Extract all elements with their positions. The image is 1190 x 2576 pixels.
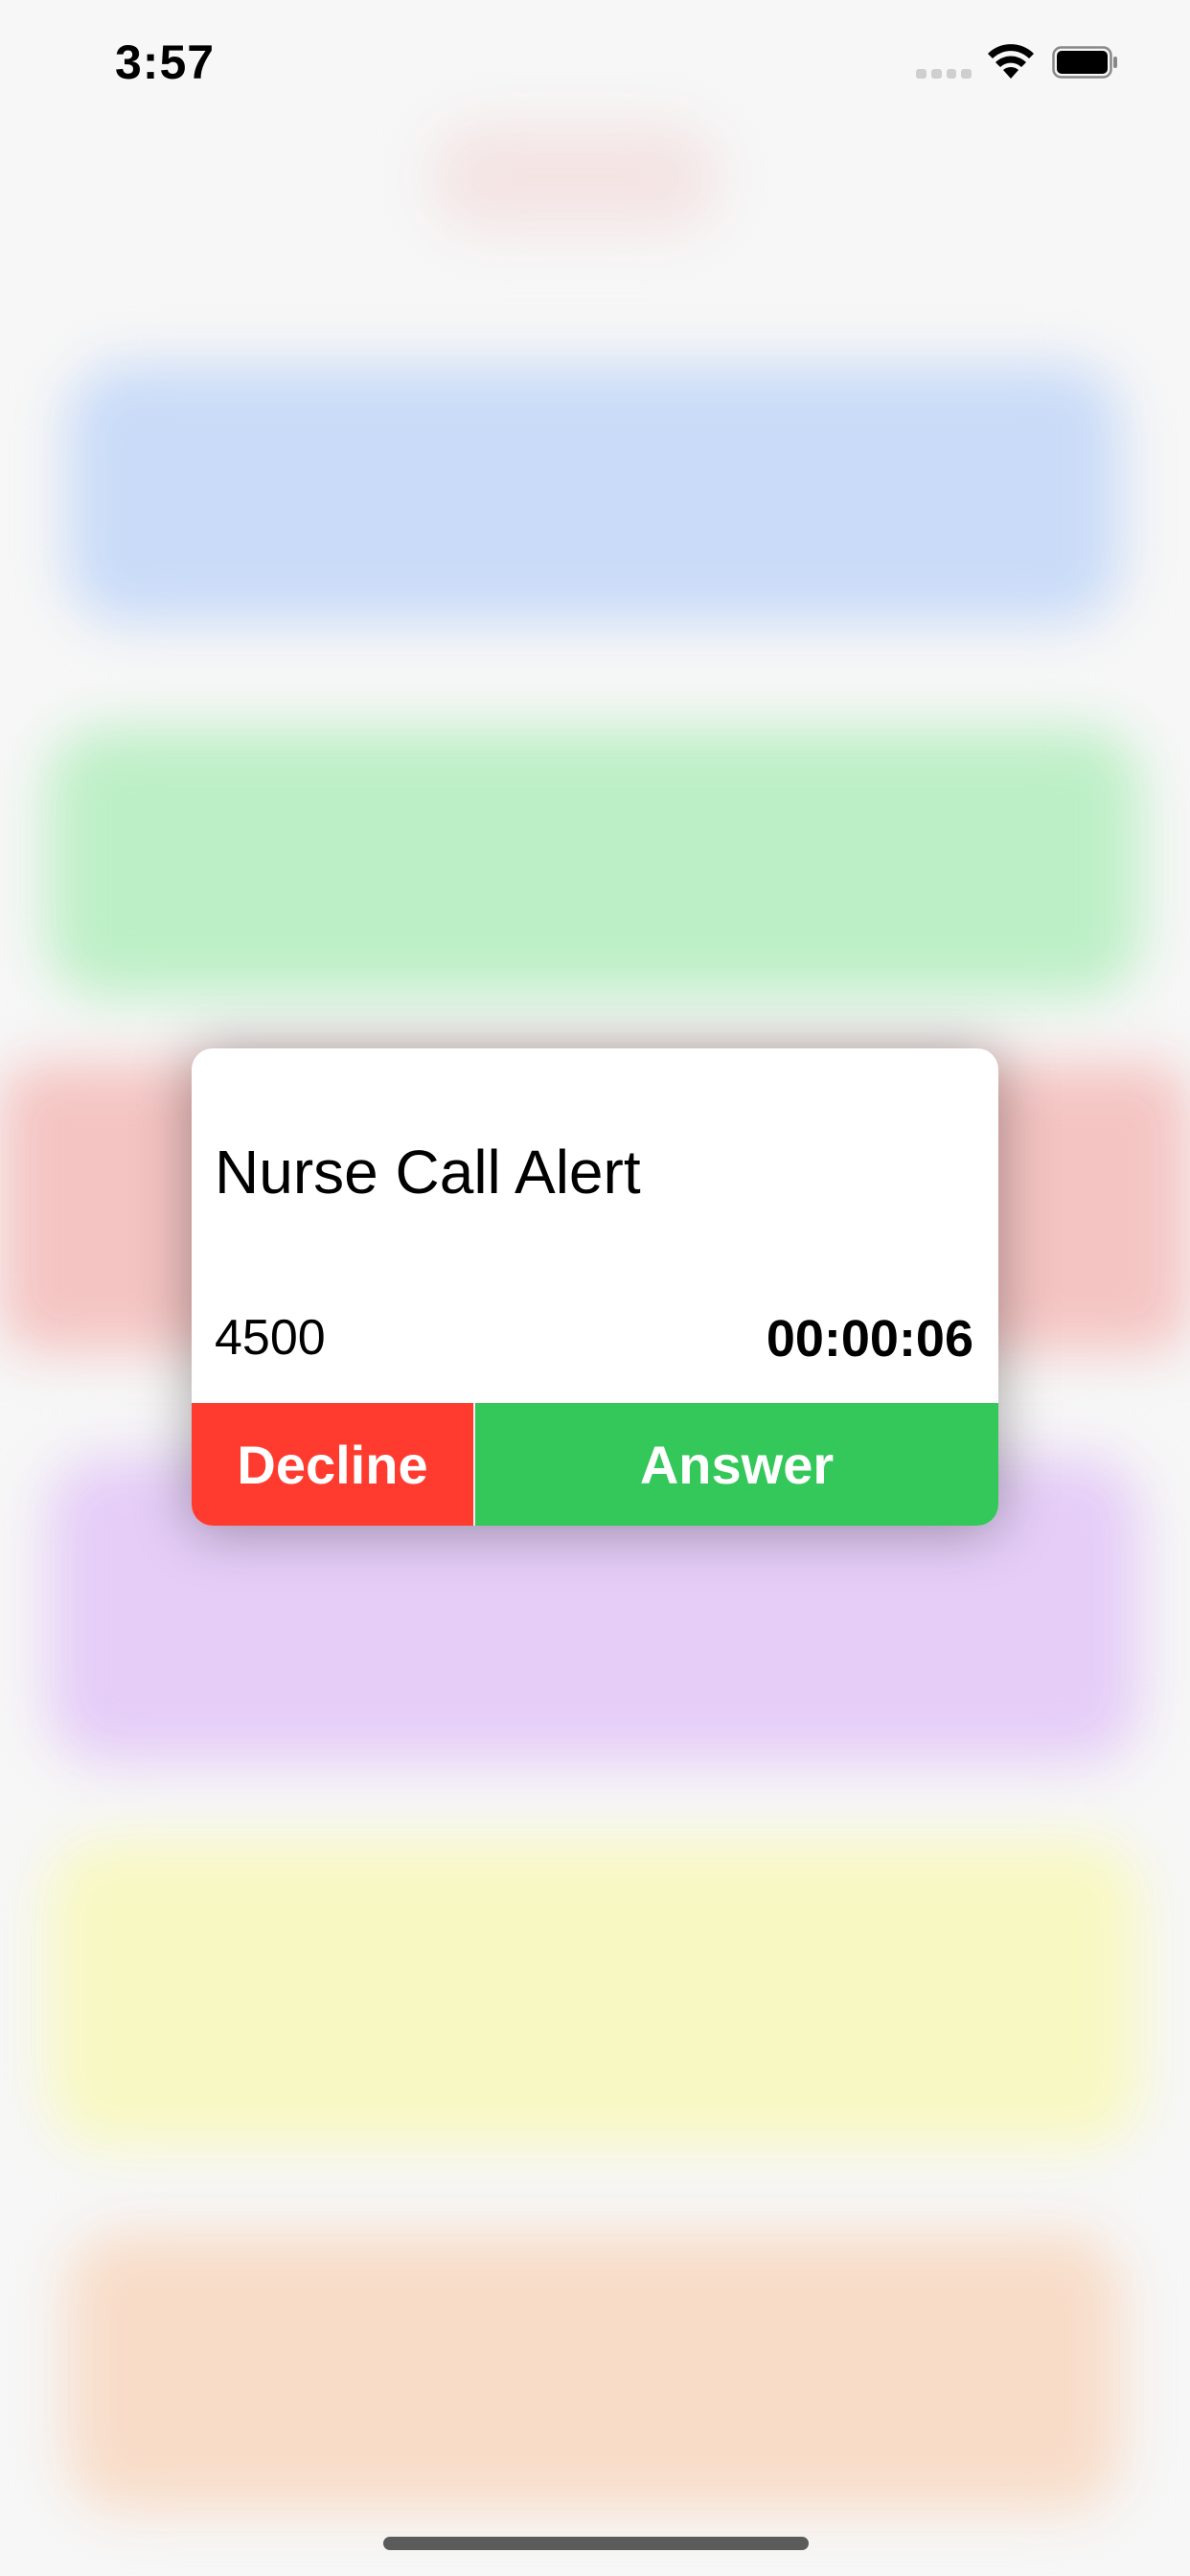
background-title-blob [431,125,719,230]
home-indicator[interactable] [383,2537,809,2550]
alert-title: Nurse Call Alert [215,1138,641,1207]
cellular-signal-icon [916,69,972,80]
alert-actions: Decline Answer [192,1403,998,1526]
battery-icon [1052,46,1117,79]
wifi-icon [988,44,1034,79]
background-card-orange [67,2233,1121,2511]
background-card-yellow [48,1840,1140,2147]
nurse-call-alert-dialog: Nurse Call Alert 4500 00:00:06 Decline A… [192,1048,998,1526]
answer-button[interactable]: Answer [475,1403,998,1526]
status-bar: 3:57 [0,0,1190,126]
alert-extension: 4500 [215,1310,326,1366]
status-time: 3:57 [115,35,216,89]
alert-timer: 00:00:06 [766,1310,973,1368]
background-card-green [48,728,1140,997]
decline-button[interactable]: Decline [192,1403,475,1526]
background-card-blue [67,364,1121,623]
